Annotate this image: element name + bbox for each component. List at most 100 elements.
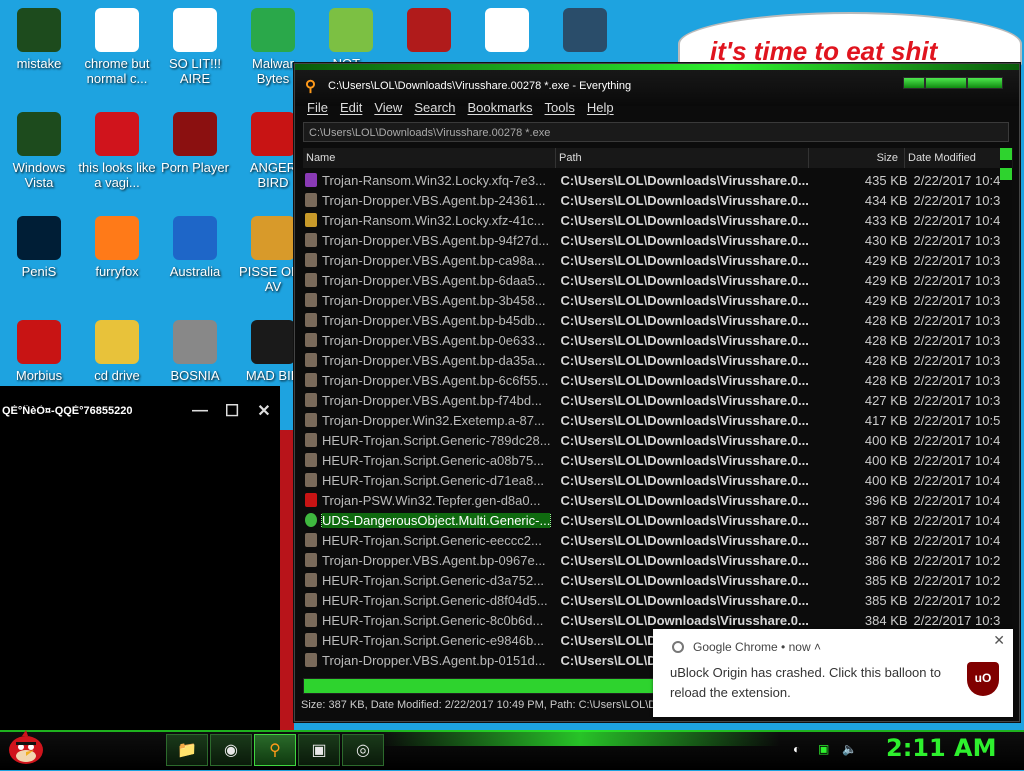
file-icon — [305, 313, 317, 327]
dark-window-titlebar[interactable]: QÈ°ÑèÒ¤-QQÈ°76855220 — ☐ ✕ — [0, 386, 280, 436]
table-row[interactable]: Trojan-Dropper.VBS.Agent.bp-b45db... C:\U… — [303, 310, 1005, 330]
table-row[interactable]: Trojan-Dropper.VBS.Agent.bp-94f27d... C:\… — [303, 230, 1005, 250]
angry-bird-start-icon — [9, 730, 43, 764]
network-icon[interactable]: ◐ — [793, 742, 807, 756]
notification-toast[interactable]: Google Chrome • now ˄ ✕ uBlock Origin ha… — [653, 629, 1013, 717]
menu-view[interactable]: View — [374, 100, 402, 120]
table-row[interactable]: HEUR-Trojan.Script.Generic-789dc28... C:\… — [303, 430, 1005, 450]
cell-path: C:\Users\LOL\Downloads\Virusshare.0... — [560, 292, 809, 308]
minimize-button[interactable]: — — [184, 402, 216, 420]
table-row[interactable]: Trojan-Dropper.VBS.Agent.bp-24361... C:\U… — [303, 190, 1005, 210]
minimize-button[interactable] — [903, 77, 925, 89]
menu-search[interactable]: Search — [414, 100, 455, 120]
clock[interactable]: 2:11 AM — [886, 734, 997, 762]
desktop-icon[interactable]: Windows Vista — [0, 112, 78, 190]
table-row[interactable]: Trojan-PSW.Win32.Tepfer.gen-d8a0... C:\Us… — [303, 490, 1005, 510]
start-button[interactable] — [4, 726, 48, 766]
desktop-icon[interactable] — [390, 8, 468, 56]
table-row[interactable]: Trojan-Dropper.VBS.Agent.bp-6c6f55... C:\… — [303, 370, 1005, 390]
chrome-icon — [672, 641, 684, 653]
menu-tools[interactable]: Tools — [545, 100, 575, 120]
cell-size: 429 KB — [864, 292, 908, 308]
background-window-strip — [280, 430, 294, 730]
column-name[interactable]: Name — [303, 148, 556, 168]
menu-edit[interactable]: Edit — [340, 100, 362, 120]
search-input[interactable]: C:\Users\LOL\Downloads\Virusshare.00278 … — [303, 122, 1009, 142]
table-row[interactable]: Trojan-Ransom.Win32.Locky.xfz-41c... C:\U… — [303, 210, 1005, 230]
desktop-icon[interactable]: this looks like a vagi... — [78, 112, 156, 190]
column-date-modified[interactable]: Date Modified — [905, 148, 1005, 168]
table-row[interactable]: Trojan-Dropper.VBS.Agent.bp-ca98a... C:\U… — [303, 250, 1005, 270]
results-list: Trojan-Ransom.Win32.Locky.xfq-7e3... C:\U… — [303, 170, 1005, 670]
cell-name: Trojan-PSW.Win32.Tepfer.gen-d8a0... — [303, 493, 555, 508]
table-row[interactable]: UDS-DangerousObject.Multi.Generic-... C:\… — [303, 510, 1005, 530]
monitor-icon[interactable]: ▣ — [818, 742, 832, 756]
column-path[interactable]: Path — [556, 148, 809, 168]
cell-date-modified: 2/22/2017 10:4 — [913, 172, 1001, 188]
table-row[interactable]: Trojan-Ransom.Win32.Locky.xfq-7e3... C:\U… — [303, 170, 1005, 190]
close-button[interactable] — [967, 77, 1003, 89]
cell-date-modified: 2/22/2017 10:5 — [913, 412, 1001, 428]
desktop-icon[interactable]: BOSNIA — [156, 320, 234, 383]
notification-close-button[interactable]: ✕ — [993, 632, 1005, 649]
taskbar-app4[interactable]: ▣ — [298, 734, 340, 766]
file-name: Trojan-PSW.Win32.Tepfer.gen-d8a0... — [322, 492, 541, 508]
taskbar-app5[interactable]: ◎ — [342, 734, 384, 766]
maximize-button[interactable]: ☐ — [216, 401, 248, 421]
taskbar-everything[interactable]: ⚲ — [254, 734, 296, 766]
table-row[interactable]: Trojan-Dropper.VBS.Agent.bp-0e633... C:\U… — [303, 330, 1005, 350]
cell-path: C:\Users\LOL\Downloads\Virusshare.0... — [560, 612, 809, 628]
chrome-icon — [95, 8, 139, 52]
cell-name: HEUR-Trojan.Script.Generic-d71ea8... — [303, 473, 555, 488]
table-row[interactable]: HEUR-Trojan.Script.Generic-d8f04d5... C:\… — [303, 590, 1005, 610]
menu-help[interactable]: Help — [587, 100, 614, 120]
desktop-icon[interactable]: Australia — [156, 216, 234, 279]
menu-file[interactable]: File — [307, 100, 328, 120]
desktop-icon-label: BOSNIA — [170, 368, 220, 383]
desktop-icon[interactable]: furryfox — [78, 216, 156, 279]
table-row[interactable]: HEUR-Trojan.Script.Generic-d3a752... C:\U… — [303, 570, 1005, 590]
everything-window[interactable]: ⚲ C:\Users\LOL\Downloads\Virusshare.0027… — [294, 63, 1020, 722]
table-row[interactable]: Trojan-Dropper.VBS.Agent.bp-da35a... C:\U… — [303, 350, 1005, 370]
desktop-icon[interactable]: SO LIT!!! AIRE — [156, 8, 234, 86]
photoshop-icon — [17, 216, 61, 260]
desktop-icon[interactable]: Porn Player — [156, 112, 234, 175]
desktop-icon[interactable] — [546, 8, 624, 56]
volume-icon[interactable]: 🔈 — [842, 742, 857, 756]
table-row[interactable]: Trojan-Dropper.VBS.Agent.bp-3b458... C:\U… — [303, 290, 1005, 310]
table-row[interactable]: Trojan-Dropper.VBS.Agent.bp-f74bd... C:\U… — [303, 390, 1005, 410]
file-name: Trojan-Ransom.Win32.Locky.xfq-7e3... — [322, 172, 546, 188]
desktop-icon[interactable]: Morbius — [0, 320, 78, 383]
desktop-icon[interactable] — [468, 8, 546, 56]
table-row[interactable]: Trojan-Dropper.Win32.Exetemp.a-87... C:\U… — [303, 410, 1005, 430]
table-row[interactable]: HEUR-Trojan.Script.Generic-8c0b6d... C:\U… — [303, 610, 1005, 630]
cell-name: Trojan-Dropper.VBS.Agent.bp-0967e... — [303, 553, 555, 568]
taskbar-chrome[interactable]: ◉ — [210, 734, 252, 766]
table-row[interactable]: Trojan-Dropper.VBS.Agent.bp-6daa5... C:\U… — [303, 270, 1005, 290]
cell-size: 435 KB — [864, 172, 908, 188]
menu-bookmarks[interactable]: Bookmarks — [468, 100, 533, 120]
scroll-up-arrow-icon[interactable] — [1000, 148, 1012, 160]
desktop-icon[interactable]: cd drive — [78, 320, 156, 383]
column-size[interactable]: Size — [809, 148, 905, 168]
file-icon — [305, 633, 317, 647]
dark-window[interactable]: QÈ°ÑèÒ¤-QQÈ°76855220 — ☐ ✕ — [0, 386, 280, 730]
cell-name: Trojan-Dropper.VBS.Agent.bp-94f27d... — [303, 233, 555, 248]
taskbar-file-explorer[interactable]: 📁 — [166, 734, 208, 766]
recycle-icon — [17, 112, 61, 156]
scroll-down-arrow-icon[interactable] — [1000, 168, 1012, 180]
desktop-icon[interactable]: PeniS — [0, 216, 78, 279]
vertical-scrollbar[interactable] — [1000, 148, 1012, 688]
notification-message[interactable]: uBlock Origin has crashed. Click this ba… — [670, 663, 950, 703]
table-row[interactable]: HEUR-Trojan.Script.Generic-d71ea8... C:\U… — [303, 470, 1005, 490]
table-row[interactable]: Trojan-Dropper.VBS.Agent.bp-0967e... C:\U… — [303, 550, 1005, 570]
maximize-button[interactable] — [925, 77, 967, 89]
desktop-icon[interactable]: NOT... — [312, 8, 390, 71]
table-row[interactable]: HEUR-Trojan.Script.Generic-eeccc2... C:\U… — [303, 530, 1005, 550]
cell-date-modified: 2/22/2017 10:3 — [913, 392, 1001, 408]
close-button[interactable]: ✕ — [248, 401, 280, 421]
desktop-icon[interactable]: mistake — [0, 8, 78, 71]
table-row[interactable]: HEUR-Trojan.Script.Generic-a08b75... C:\U… — [303, 450, 1005, 470]
desktop-icon[interactable]: chrome but normal c... — [78, 8, 156, 86]
acrobat-icon — [17, 320, 61, 364]
